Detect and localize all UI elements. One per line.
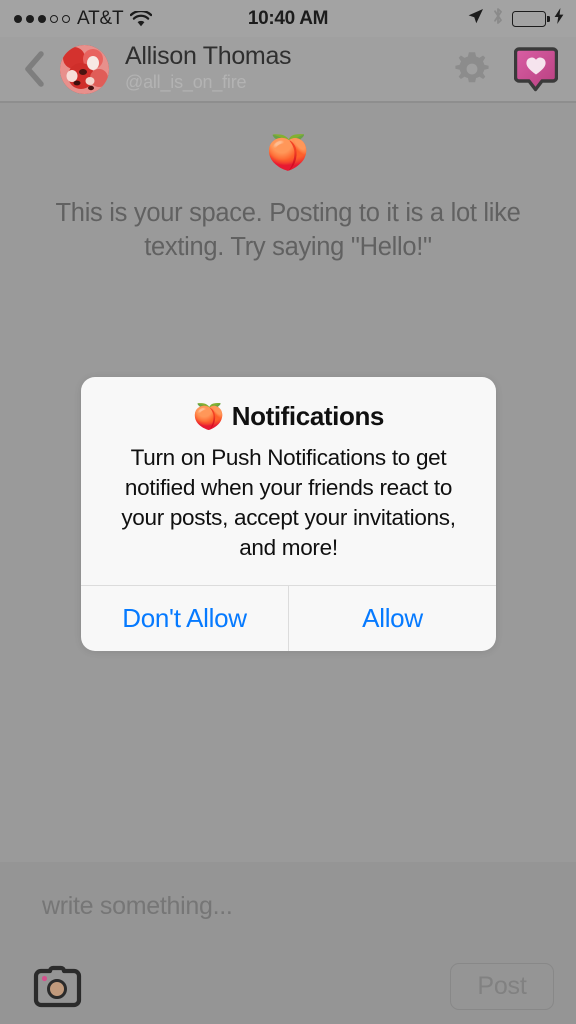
- dialog-actions: Don't Allow Allow: [81, 584, 496, 651]
- chevron-left-icon: [25, 51, 44, 87]
- composer-actions: Post: [22, 962, 554, 1010]
- battery-icon: [512, 10, 550, 27]
- heart-bubble-icon[interactable]: [514, 45, 558, 93]
- allow-button[interactable]: Allow: [288, 585, 496, 651]
- gear-icon[interactable]: [452, 49, 492, 89]
- camera-icon[interactable]: [22, 962, 82, 1010]
- user-name: Allison Thomas: [125, 42, 292, 71]
- post-button[interactable]: Post: [450, 962, 554, 1010]
- avatar[interactable]: [60, 44, 109, 94]
- user-handle: @all_is_on_fire: [125, 72, 247, 93]
- dont-allow-button[interactable]: Don't Allow: [81, 586, 288, 651]
- dialog-body: 🍑 Notifications Turn on Push Notificatio…: [81, 377, 496, 585]
- status-bar: AT&T 10:40 AM: [0, 0, 576, 37]
- dialog-title-text: Notifications: [231, 401, 385, 431]
- notifications-permission-dialog: 🍑 Notifications Turn on Push Notificatio…: [81, 377, 496, 651]
- dialog-title: 🍑 Notifications: [107, 401, 470, 432]
- avatar-image: [60, 44, 109, 94]
- peach-emoji: 🍑: [193, 402, 224, 431]
- user-info[interactable]: Allison Thomas @all_is_on_fire: [125, 43, 452, 95]
- dialog-message: Turn on Push Notifications to get notifi…: [121, 445, 456, 560]
- back-button[interactable]: [14, 50, 54, 88]
- nav-header: Allison Thomas @all_is_on_fire: [0, 37, 576, 103]
- lightning-bolt-icon: [554, 8, 564, 29]
- welcome-message: This is your space. Posting to it is a l…: [55, 199, 521, 261]
- status-bar-right: [467, 0, 564, 37]
- location-arrow-icon: [467, 8, 484, 30]
- bluetooth-icon: [492, 7, 504, 30]
- composer-bar: write something... Post: [0, 862, 576, 1024]
- nav-actions: [452, 45, 562, 93]
- peach-emoji: 🍑: [266, 134, 310, 172]
- compose-input[interactable]: write something...: [22, 862, 554, 921]
